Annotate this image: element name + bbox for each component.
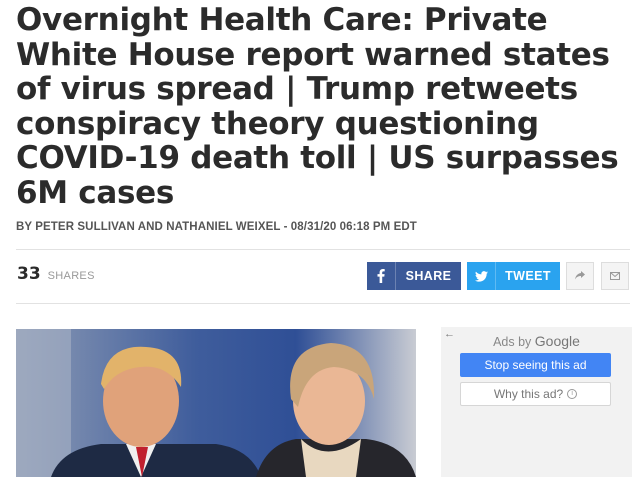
stop-seeing-ad-button[interactable]: Stop seeing this ad [460, 353, 611, 377]
why-this-ad-label: Why this ad? [493, 387, 564, 401]
google-label: Google [534, 333, 580, 349]
ads-by-google: Ads by Google [441, 333, 632, 349]
article-photo [16, 329, 416, 477]
twitter-icon [467, 262, 495, 290]
article-byline: BY PETER SULLIVAN AND NATHANIEL WEIXEL -… [16, 221, 417, 233]
email-button[interactable] [601, 262, 629, 290]
facebook-share-label: SHARE [405, 269, 452, 283]
article-headline: Overnight Health Care: Private White Hou… [16, 2, 619, 211]
twitter-tweet-button[interactable]: TWEET [467, 262, 560, 290]
info-icon: i [567, 389, 578, 399]
twitter-tweet-label: TWEET [505, 269, 551, 283]
mail-icon [610, 267, 620, 285]
facebook-share-button[interactable]: SHARE [367, 262, 461, 290]
divider [16, 303, 630, 304]
facebook-icon [367, 262, 395, 290]
divider [16, 249, 630, 250]
ad-panel: ← Ads by Google Stop seeing this ad Why … [441, 327, 632, 477]
share-count-number: 33 [17, 264, 41, 284]
share-count: 33 SHARES [17, 264, 95, 284]
forward-icon [575, 267, 585, 285]
share-count-label: SHARES [47, 270, 95, 282]
ads-by-label: Ads by [493, 335, 532, 349]
why-this-ad-button[interactable]: Why this ad? i [460, 382, 611, 406]
forward-button[interactable] [566, 262, 594, 290]
